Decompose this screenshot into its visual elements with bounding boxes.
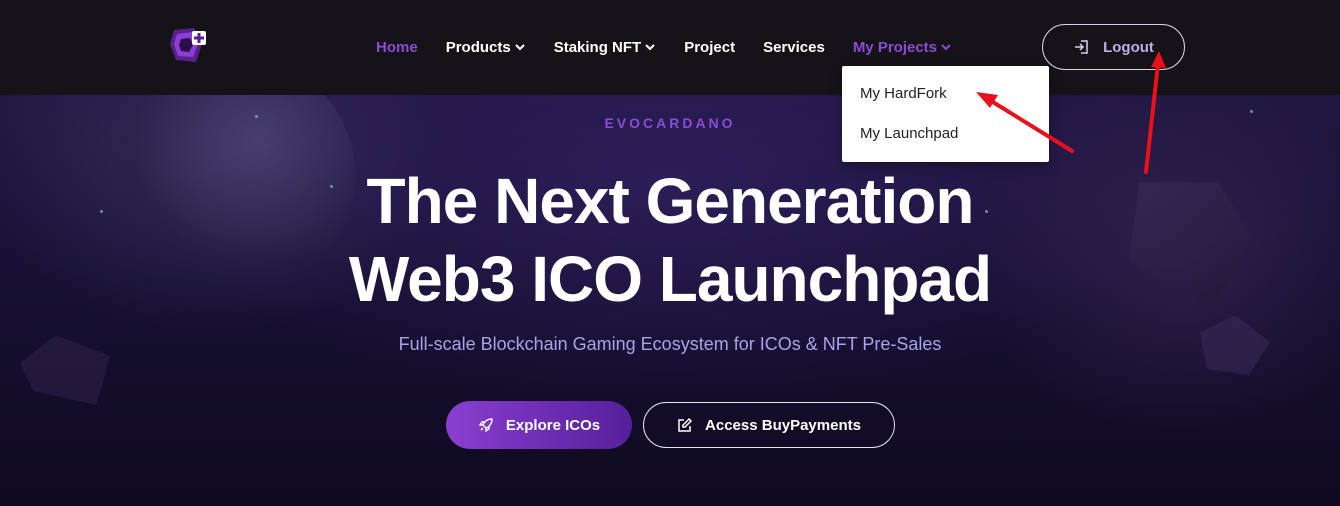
- hero-eyebrow: EVOCARDANO: [604, 115, 736, 131]
- chevron-down-icon: [514, 44, 525, 51]
- access-buypayments-label: Access BuyPayments: [705, 416, 861, 434]
- nav-item-staking-nft[interactable]: Staking NFT: [554, 39, 657, 56]
- nav-item-label: Staking NFT: [553, 38, 642, 56]
- chevron-down-icon: [941, 44, 951, 51]
- rocket-icon: [478, 418, 493, 433]
- chevron-down-icon: [645, 44, 655, 51]
- headline-line: Web3 ICO Launchpad: [348, 243, 992, 315]
- brand-logo-icon[interactable]: [168, 26, 208, 64]
- hero-subtitle: Full-scale Blockchain Gaming Ecosystem f…: [398, 334, 942, 354]
- nav-item-project[interactable]: Project: [684, 39, 735, 56]
- logout-label: Logout: [1103, 38, 1154, 56]
- headline-line: The Next Generation: [366, 165, 975, 237]
- login-arrow-icon: [1075, 40, 1088, 54]
- nav-item-label: Products: [445, 38, 511, 56]
- nav-item-services[interactable]: Services: [763, 39, 825, 56]
- star-dot: [1250, 110, 1253, 113]
- my-projects-dropdown: My HardFork My Launchpad: [842, 66, 1049, 162]
- nav-item-my-projects[interactable]: My Projects: [853, 39, 952, 56]
- explore-icos-label: Explore ICOs: [505, 416, 601, 434]
- edit-icon: [678, 417, 693, 432]
- dropdown-item-my-hardfork[interactable]: My HardFork: [860, 85, 947, 102]
- access-buypayments-button[interactable]: Access BuyPayments: [643, 402, 895, 448]
- nav-menu: Home Products Staking NFT Project Servic…: [376, 37, 980, 57]
- nav-item-home[interactable]: Home: [376, 39, 418, 56]
- nav-item-products[interactable]: Products: [446, 39, 526, 56]
- nav-item-label: Services: [763, 38, 825, 56]
- nav-item-label: My Projects: [852, 38, 938, 56]
- nav-item-label: Project: [684, 38, 736, 56]
- top-navbar: Home Products Staking NFT Project Servic…: [0, 0, 1340, 95]
- hero-headline: The Next Generation Web3 ICO Launchpad: [0, 162, 1340, 318]
- explore-icos-button[interactable]: Explore ICOs: [446, 401, 632, 449]
- nav-item-label: Home: [376, 38, 418, 56]
- logout-button[interactable]: Logout: [1042, 24, 1185, 70]
